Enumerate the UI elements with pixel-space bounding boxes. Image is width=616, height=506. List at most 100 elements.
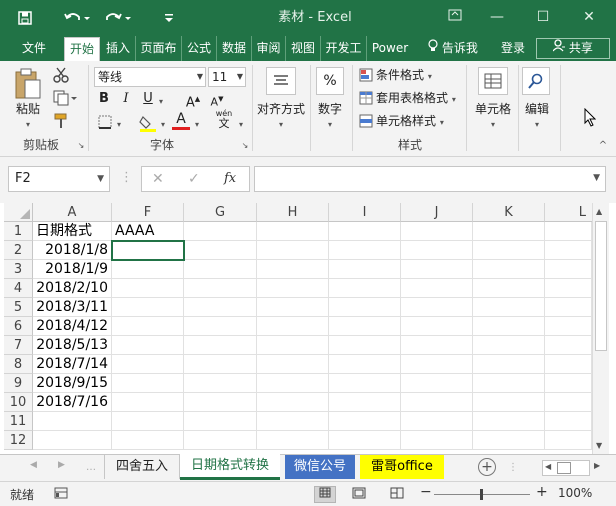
cell-j11[interactable] (401, 412, 473, 431)
cell-j3[interactable] (401, 260, 473, 279)
formula-input[interactable]: ▼ (254, 166, 606, 192)
number-dropdown-icon[interactable]: ▾ (312, 117, 348, 133)
cell-l5[interactable] (545, 298, 592, 317)
cell-k12[interactable] (473, 431, 545, 450)
paste-button[interactable]: 粘贴 (10, 101, 46, 117)
cell-f8[interactable] (112, 355, 184, 374)
cell-h10[interactable] (257, 393, 329, 412)
cell-i5[interactable] (329, 298, 401, 317)
tab-formulas[interactable]: 公式 (182, 36, 217, 61)
cell-k3[interactable] (473, 260, 545, 279)
cell-j2[interactable] (401, 241, 473, 260)
paste-dropdown-icon[interactable]: ▾ (10, 117, 46, 133)
tell-me[interactable]: 告诉我 (420, 36, 486, 61)
sheet-tab-leige-office[interactable]: 雷哥office (360, 455, 444, 479)
cell-i11[interactable] (329, 412, 401, 431)
ribbon-display-icon[interactable] (440, 0, 470, 36)
cell-a11[interactable] (33, 412, 112, 431)
cell-style-button[interactable]: 单元格样式 ▾ (376, 113, 452, 131)
select-all-corner[interactable] (4, 203, 33, 222)
add-sheet-icon[interactable]: + (478, 458, 496, 476)
row-header-2[interactable]: 2 (4, 241, 33, 260)
cell-a6[interactable]: 2018/4/12 (33, 317, 112, 336)
share-button[interactable]: 共享 (536, 38, 610, 59)
cell-h11[interactable] (257, 412, 329, 431)
cell-h9[interactable] (257, 374, 329, 393)
zoom-slider-thumb[interactable] (480, 489, 483, 500)
name-box[interactable]: F2 ▼ (8, 166, 110, 192)
cell-l2[interactable] (545, 241, 592, 260)
cell-k4[interactable] (473, 279, 545, 298)
copy-icon[interactable] (50, 88, 80, 108)
cell-a3[interactable]: 2018/1/9 (33, 260, 112, 279)
format-painter-icon[interactable] (50, 111, 72, 131)
cell-k2[interactable] (473, 241, 545, 260)
row-header-6[interactable]: 6 (4, 317, 33, 336)
cell-g6[interactable] (184, 317, 257, 336)
cell-g11[interactable] (184, 412, 257, 431)
cell-l10[interactable] (545, 393, 592, 412)
conditional-format-button[interactable]: 条件格式 ▾ (376, 67, 446, 85)
row-header-8[interactable]: 8 (4, 355, 33, 374)
cell-g7[interactable] (184, 336, 257, 355)
prev-sheet-icon[interactable]: ◀ (30, 460, 37, 470)
scroll-up-icon[interactable]: ▲ (596, 207, 602, 216)
cell-g4[interactable] (184, 279, 257, 298)
cell-l4[interactable] (545, 279, 592, 298)
search-icon[interactable] (522, 67, 550, 95)
grow-font-button[interactable]: A▲ (184, 91, 202, 111)
cell-j7[interactable] (401, 336, 473, 355)
tab-review[interactable]: 审阅 (252, 36, 286, 61)
cell-l9[interactable] (545, 374, 592, 393)
fill-dropdown-icon[interactable]: ▾ (158, 117, 168, 133)
cell-a7[interactable]: 2018/5/13 (33, 336, 112, 355)
cell-a2[interactable]: 2018/1/8 (33, 241, 112, 260)
macro-record-icon[interactable] (54, 487, 68, 502)
row-header-12[interactable]: 12 (4, 431, 33, 450)
row-header-9[interactable]: 9 (4, 374, 33, 393)
cell-k6[interactable] (473, 317, 545, 336)
cell-h12[interactable] (257, 431, 329, 450)
cell-h5[interactable] (257, 298, 329, 317)
table-format-button[interactable]: 套用表格格式 ▾ (376, 90, 462, 108)
borders-icon[interactable] (96, 113, 114, 131)
enter-icon[interactable]: ✓ (188, 171, 200, 187)
tab-page-layout[interactable]: 页面布 (136, 36, 182, 61)
cell-l11[interactable] (545, 412, 592, 431)
cells-button[interactable]: 单元格 (470, 101, 516, 117)
cell-k7[interactable] (473, 336, 545, 355)
scroll-left-icon[interactable]: ◀ (545, 462, 551, 471)
row-header-3[interactable]: 3 (4, 260, 33, 279)
cell-l7[interactable] (545, 336, 592, 355)
cell-g10[interactable] (184, 393, 257, 412)
cell-k10[interactable] (473, 393, 545, 412)
cell-l3[interactable] (545, 260, 592, 279)
tab-insert[interactable]: 插入 (101, 36, 136, 61)
cell-j10[interactable] (401, 393, 473, 412)
cell-j9[interactable] (401, 374, 473, 393)
restore-button[interactable]: ☐ (528, 0, 558, 36)
tab-power[interactable]: Power (368, 36, 412, 61)
sheet-tab-wechat[interactable]: 微信公号 (285, 455, 355, 479)
font-color-dropdown-icon[interactable]: ▾ (192, 117, 202, 133)
tab-developer[interactable]: 开发工 (321, 36, 367, 61)
cell-k5[interactable] (473, 298, 545, 317)
column-header-i[interactable]: I (329, 203, 401, 222)
expand-formula-icon[interactable]: ▼ (593, 173, 600, 183)
number-button[interactable]: 数字 (312, 101, 348, 117)
underline-button[interactable]: U (140, 91, 156, 107)
cell-l12[interactable] (545, 431, 592, 450)
font-color-button[interactable]: A (172, 111, 190, 130)
page-layout-view-icon[interactable] (352, 487, 366, 502)
borders-dropdown-icon[interactable]: ▾ (114, 117, 124, 133)
hscroll-thumb[interactable] (557, 462, 571, 474)
zoom-level[interactable]: 100% (558, 486, 592, 500)
cell-f5[interactable] (112, 298, 184, 317)
sheet-tab-round[interactable]: 四舍五入 (104, 455, 180, 479)
italic-button[interactable]: I (118, 91, 134, 107)
cell-a1[interactable]: 日期格式 (33, 222, 112, 241)
paste-icon[interactable] (12, 67, 44, 101)
cell-h6[interactable] (257, 317, 329, 336)
column-header-h[interactable]: H (257, 203, 329, 222)
row-header-4[interactable]: 4 (4, 279, 33, 298)
